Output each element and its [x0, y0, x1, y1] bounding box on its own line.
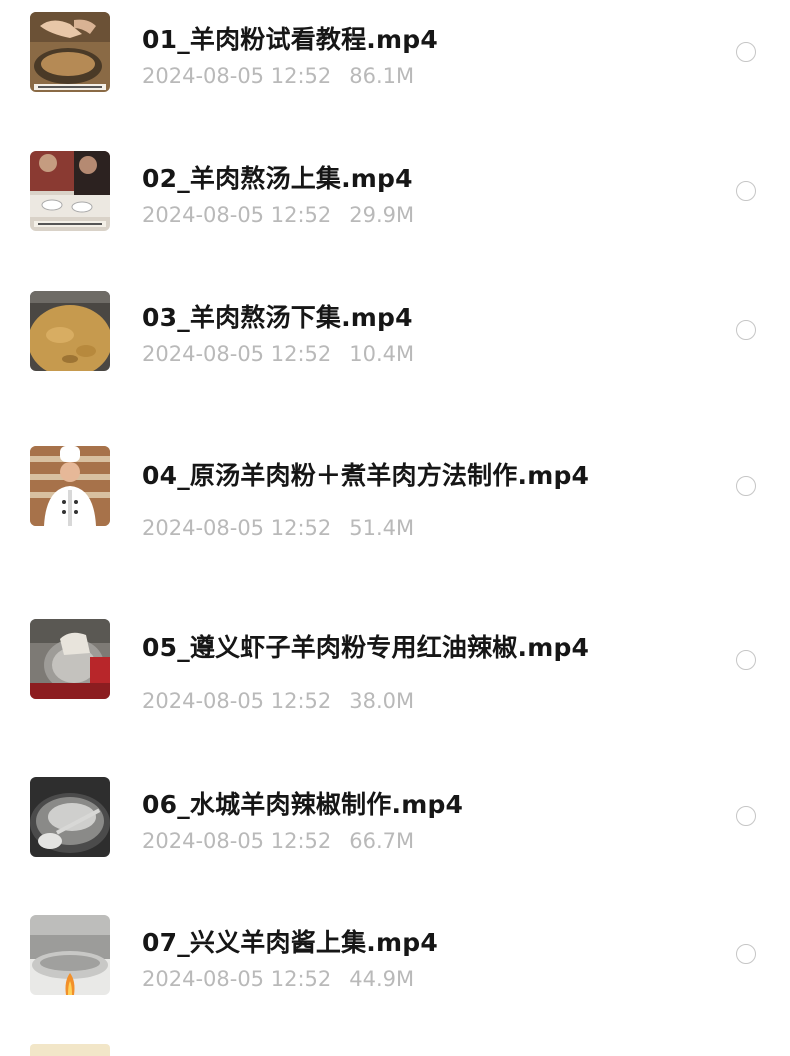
- file-row[interactable]: 07_兴义羊肉酱上集.mp4 2024-08-05 12:52 44.9M: [0, 904, 790, 1014]
- video-thumbnail-cooking-pot-icon: [30, 12, 110, 92]
- file-date: 2024-08-05 12:52: [142, 342, 332, 366]
- select-radio[interactable]: [736, 944, 756, 964]
- file-date: 2024-08-05 12:52: [142, 203, 332, 227]
- select-radio[interactable]: [736, 650, 756, 670]
- next-video-thumbnail-icon: [30, 1044, 110, 1056]
- file-date: 2024-08-05 12:52: [142, 516, 332, 540]
- file-name: 03_羊肉熬汤下集.mp4: [142, 303, 413, 332]
- file-meta: 2024-08-05 12:52 44.9M: [142, 967, 414, 991]
- file-meta: 2024-08-05 12:52 51.4M: [142, 516, 414, 540]
- file-meta: 2024-08-05 12:52 38.0M: [142, 689, 414, 713]
- file-name: 04_原汤羊肉粉＋煮羊肉方法制作.mp4: [142, 461, 590, 490]
- file-row[interactable]: 06_水城羊肉辣椒制作.mp4 2024-08-05 12:52 66.7M: [0, 766, 790, 876]
- file-date: 2024-08-05 12:52: [142, 689, 332, 713]
- select-radio[interactable]: [736, 42, 756, 62]
- select-radio[interactable]: [736, 476, 756, 496]
- file-row[interactable]: 01_羊肉粉试看教程.mp4 2024-08-05 12:52 86.1M: [0, 0, 790, 110]
- video-thumbnail-wok-ladle-icon: [30, 777, 110, 857]
- file-date: 2024-08-05 12:52: [142, 64, 332, 88]
- file-date: 2024-08-05 12:52: [142, 967, 332, 991]
- select-radio[interactable]: [736, 806, 756, 826]
- file-row[interactable]: 03_羊肉熬汤下集.mp4 2024-08-05 12:52 10.4M: [0, 279, 790, 389]
- file-meta: 2024-08-05 12:52 66.7M: [142, 829, 414, 853]
- file-name: 05_遵义虾子羊肉粉专用红油辣椒.mp4: [142, 633, 590, 662]
- video-thumbnail-chef-icon: [30, 446, 110, 526]
- select-radio[interactable]: [736, 181, 756, 201]
- video-thumbnail-stove-fire-icon: [30, 915, 110, 995]
- file-row[interactable]: 05_遵义虾子羊肉粉专用红油辣椒.mp4 2024-08-05 12:52 38.…: [0, 608, 790, 718]
- file-list: 01_羊肉粉试看教程.mp4 2024-08-05 12:52 86.1M 02_…: [0, 0, 790, 1056]
- video-thumbnail-chili-oil-icon: [30, 619, 110, 699]
- file-name: 06_水城羊肉辣椒制作.mp4: [142, 790, 464, 819]
- select-radio[interactable]: [736, 320, 756, 340]
- file-meta: 2024-08-05 12:52 29.9M: [142, 203, 414, 227]
- video-thumbnail-kitchen-staff-icon: [30, 151, 110, 231]
- file-size: 51.4M: [349, 516, 415, 540]
- file-meta: 2024-08-05 12:52 86.1M: [142, 64, 414, 88]
- file-size: 44.9M: [349, 967, 415, 991]
- file-name: 01_羊肉粉试看教程.mp4: [142, 25, 438, 54]
- file-row[interactable]: 04_原汤羊肉粉＋煮羊肉方法制作.mp4 2024-08-05 12:52 51.…: [0, 435, 790, 545]
- file-date: 2024-08-05 12:52: [142, 829, 332, 853]
- file-size: 38.0M: [349, 689, 415, 713]
- file-meta: 2024-08-05 12:52 10.4M: [142, 342, 414, 366]
- file-name: 02_羊肉熬汤上集.mp4: [142, 164, 413, 193]
- file-size: 10.4M: [349, 342, 415, 366]
- file-size: 66.7M: [349, 829, 415, 853]
- file-row[interactable]: 02_羊肉熬汤上集.mp4 2024-08-05 12:52 29.9M: [0, 140, 790, 250]
- file-size: 86.1M: [349, 64, 415, 88]
- file-name: 07_兴义羊肉酱上集.mp4: [142, 928, 438, 957]
- file-size: 29.9M: [349, 203, 415, 227]
- video-thumbnail-soup-broth-icon: [30, 291, 110, 371]
